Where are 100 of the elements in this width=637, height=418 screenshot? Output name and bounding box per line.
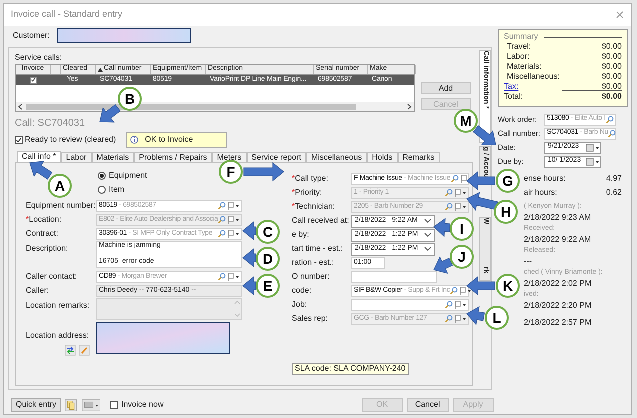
tab[interactable]: Remarks [398, 152, 440, 162]
radio-label: Item [109, 184, 125, 196]
search-icon[interactable] [218, 202, 226, 210]
summary-total: $0.00 [562, 90, 622, 103]
field-label: Location remarks: [26, 300, 91, 312]
flag-menu-icon[interactable] [228, 230, 240, 238]
calendar-dropdown-icon[interactable] [586, 158, 600, 166]
tab[interactable]: Labor [61, 152, 92, 162]
screen-dropdown-icon[interactable] [82, 398, 100, 412]
summary-title: Summary [504, 31, 538, 43]
history-time: 2/18/2022 9:23 AM [524, 212, 592, 224]
tab[interactable]: Service report [246, 152, 306, 162]
callout-arrow [242, 221, 256, 241]
tab[interactable]: Miscellaneous [306, 152, 368, 162]
callout-arrow [466, 192, 498, 211]
swap-arrows-icon[interactable] [65, 345, 76, 356]
field-label: Caller contact: [26, 271, 78, 283]
call-heading: Call: SC704031 [15, 116, 86, 130]
checkbox[interactable] [15, 136, 23, 144]
flag-menu-icon[interactable] [460, 287, 472, 295]
field-label: ration - est.: [292, 257, 336, 269]
field-label: Call received at: [292, 215, 350, 227]
callout-arrow [473, 125, 496, 146]
hours-value: 0.62 [606, 187, 622, 199]
summary-value: $0.00 [602, 41, 622, 53]
history-time: 2/18/2022 9:22 AM [524, 234, 592, 246]
field-label: Job: [292, 299, 308, 311]
summary-value: $0.00 [602, 81, 622, 93]
text-field[interactable] [351, 271, 437, 283]
sort-arrow-icon [98, 68, 103, 72]
callout-arrow [434, 218, 451, 238]
tab[interactable]: Materials [92, 152, 134, 162]
quick-entry-button[interactable]: Quick entry [11, 398, 62, 412]
callout-arrow [466, 276, 496, 296]
search-icon[interactable] [606, 116, 614, 124]
lookup-field[interactable] [351, 299, 469, 311]
field-label: Caller: [26, 285, 50, 297]
field-label: *Priority: [292, 187, 324, 199]
summary-label: Labor: [506, 51, 530, 63]
field-label: Customer: [13, 30, 51, 42]
field-label: *Call type: [292, 173, 330, 185]
history-time: 2/18/2022 2:20 PM [524, 300, 592, 312]
checkbox-label: Ready to review (cleared) [25, 134, 116, 146]
grid-button[interactable]: Add [421, 82, 471, 94]
search-icon[interactable] [218, 273, 226, 281]
flag-menu-icon[interactable] [228, 202, 240, 210]
scroll-right-icon[interactable] [407, 104, 412, 110]
tab[interactable]: Call info * [17, 151, 62, 162]
callout-arrow [466, 306, 486, 326]
search-icon[interactable] [445, 301, 453, 309]
callout-arrow [242, 276, 256, 296]
field-label: Contract: [26, 228, 60, 240]
history-time: --- [524, 256, 532, 268]
checkbox[interactable] [110, 401, 118, 409]
field-label: O number: [292, 271, 331, 283]
field-label: Location address: [26, 330, 90, 342]
summary-label: Miscellaneous: [506, 71, 560, 83]
field-label: Equipment number: [26, 200, 96, 212]
radio-button[interactable] [98, 172, 106, 180]
sla-tooltip: SLA code: SLA COMPANY-240 [292, 363, 409, 375]
history-time: 2/18/2022 2:02 PM [524, 278, 592, 290]
search-icon[interactable] [450, 287, 458, 295]
status-note: OK to Invoice [145, 134, 194, 146]
field-label: tart time - est.: [292, 243, 344, 255]
search-icon[interactable] [608, 130, 616, 138]
scrollbar-thumb[interactable] [26, 104, 356, 110]
tax-link[interactable]: Tax: [504, 81, 519, 93]
tab[interactable]: Problems / Repairs [134, 152, 212, 162]
tab[interactable]: Meters [212, 152, 247, 162]
summary-label: Materials: [506, 61, 542, 73]
radio-button[interactable] [98, 186, 106, 194]
hours-label: ense hours: [524, 173, 566, 185]
horizontal-scrollbar[interactable] [16, 102, 414, 111]
scroll-left-icon[interactable] [18, 104, 23, 110]
tab[interactable]: Holds [367, 152, 398, 162]
section-label: Service calls: [15, 52, 64, 62]
field-label: code: [292, 285, 313, 297]
checkbox[interactable] [30, 76, 37, 84]
callout-arrow [100, 104, 121, 123]
calendar-dropdown-icon[interactable] [586, 144, 600, 152]
info-bubble-icon [130, 136, 140, 144]
callout-arrow [242, 248, 256, 268]
summary-value: $0.00 [602, 51, 622, 63]
copy-pages-icon[interactable] [65, 398, 78, 412]
flag-menu-icon[interactable] [455, 301, 467, 309]
callout-arrow [244, 162, 284, 182]
dialog-button[interactable]: Cancel [407, 398, 449, 412]
callout-arrow [30, 161, 53, 180]
field-label: *Technician: [292, 201, 336, 213]
summary-label: Travel: [506, 41, 532, 53]
history-time: 2/18/2022 2:57 PM [524, 317, 592, 329]
radio-label: Equipment [109, 170, 148, 182]
search-icon[interactable] [450, 175, 459, 183]
hours-value: 4.97 [606, 173, 622, 185]
close-icon[interactable] [616, 11, 624, 19]
flag-menu-icon[interactable] [228, 273, 240, 281]
summary-value: $0.00 [602, 61, 622, 73]
checkbox-label: Invoice now [121, 399, 164, 411]
field-label: Sales rep: [292, 313, 330, 325]
search-icon[interactable] [218, 230, 226, 238]
